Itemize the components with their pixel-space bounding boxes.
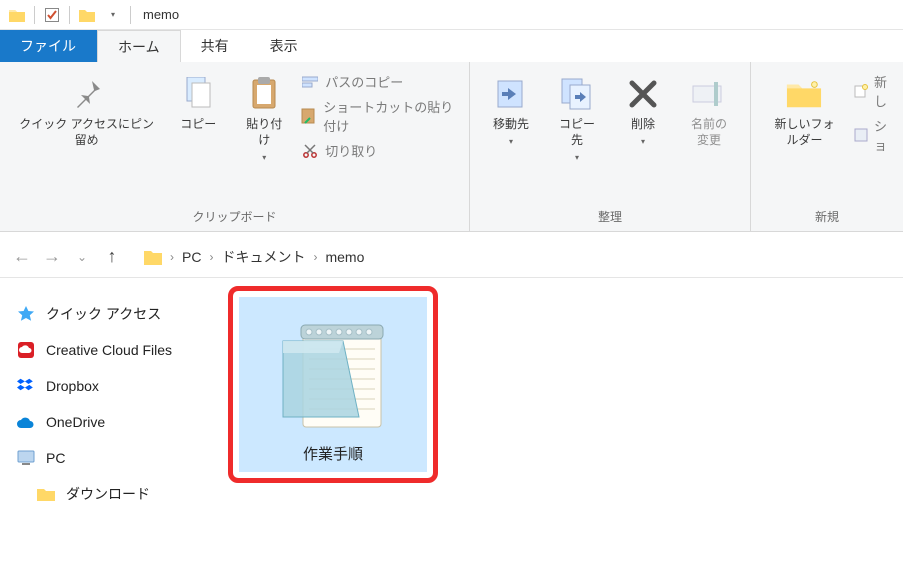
paste-label: 貼り付け▾	[241, 116, 287, 165]
crumb-root-icon[interactable]	[140, 247, 166, 267]
paste-icon	[246, 76, 282, 112]
body: クイック アクセス Creative Cloud Files Dropbox O…	[0, 278, 903, 574]
sidebar-item-downloads[interactable]: ダウンロード	[10, 476, 210, 512]
pin-icon	[69, 76, 105, 112]
sidebar-item-label: Creative Cloud Files	[46, 342, 172, 358]
copy-icon	[180, 76, 216, 112]
delete-icon	[625, 76, 661, 112]
pin-label: クイック アクセスにピン留め	[18, 116, 155, 148]
file-name: 作業手順	[303, 439, 363, 464]
clipboard-group-label: クリップボード	[12, 204, 457, 229]
tab-share[interactable]: 共有	[181, 30, 250, 62]
folder-icon	[8, 6, 26, 24]
creative-cloud-icon	[16, 340, 36, 360]
cut-button[interactable]: 切り取り	[301, 141, 457, 160]
ribbon-group-clipboard: クイック アクセスにピン留め コピー 貼り付け▾ パスのコピー	[0, 62, 470, 231]
nav-recent-dropdown[interactable]: ⌄	[68, 243, 96, 271]
sidebar-item-label: PC	[46, 450, 65, 466]
rename-label: 名前の変更	[686, 116, 732, 148]
new-group-label: 新規	[763, 204, 891, 229]
ribbon: クイック アクセスにピン留め コピー 貼り付け▾ パスのコピー	[0, 62, 903, 232]
crumb-pc[interactable]: PC	[178, 247, 205, 267]
navbar: ← → ⌄ ↑ › PC › ドキュメント › memo	[0, 236, 903, 278]
scissors-icon	[301, 142, 319, 160]
file-highlight-frame: 作業手順	[228, 286, 438, 483]
easy-access-icon	[854, 126, 868, 144]
copy-to-button[interactable]: コピー先▾	[548, 66, 606, 169]
tab-view[interactable]: 表示	[250, 30, 319, 62]
path-icon	[301, 73, 319, 91]
sidebar-item-pc[interactable]: PC	[10, 440, 210, 476]
separator	[34, 6, 35, 24]
pin-quick-access-button[interactable]: クイック アクセスにピン留め	[12, 66, 161, 152]
ribbon-tabs: ファイル ホーム 共有 表示	[0, 30, 903, 62]
titlebar: ▾ memo	[0, 0, 903, 30]
new-item-button[interactable]: 新し	[854, 72, 891, 110]
shortcut-icon	[301, 107, 317, 125]
separator	[69, 6, 70, 24]
easy-access-label: ショ	[874, 116, 891, 154]
sidebar-item-label: OneDrive	[46, 414, 105, 430]
qat-dropdown-icon[interactable]: ▾	[104, 6, 122, 24]
rename-icon	[691, 76, 727, 112]
onedrive-icon	[16, 412, 36, 432]
content-area[interactable]: 作業手順	[220, 278, 903, 574]
nav-up-button[interactable]: ↑	[98, 243, 126, 271]
dropbox-icon	[16, 376, 36, 396]
checkbox-icon[interactable]	[43, 6, 61, 24]
sidebar-item-label: Dropbox	[46, 378, 99, 394]
new-folder-icon	[786, 76, 822, 112]
folder-icon	[36, 484, 56, 504]
copy-to-icon	[559, 76, 595, 112]
window-title: memo	[143, 7, 179, 22]
tab-home[interactable]: ホーム	[97, 30, 181, 62]
copy-button[interactable]: コピー	[169, 66, 227, 136]
move-to-button[interactable]: 移動先▾	[482, 66, 540, 152]
organize-group-label: 整理	[482, 204, 738, 229]
rename-button[interactable]: 名前の変更	[680, 66, 738, 152]
paste-shortcut-label: ショートカットの貼り付け	[323, 97, 457, 135]
sidebar-item-dropbox[interactable]: Dropbox	[10, 368, 210, 404]
copy-to-label: コピー先▾	[554, 116, 600, 165]
move-to-icon	[493, 76, 529, 112]
sidebar-item-onedrive[interactable]: OneDrive	[10, 404, 210, 440]
file-item[interactable]: 作業手順	[239, 297, 427, 472]
text-file-icon	[273, 305, 393, 435]
new-item-label: 新し	[874, 72, 891, 110]
delete-button[interactable]: 削除▾	[614, 66, 672, 152]
move-to-label: 移動先▾	[493, 116, 529, 148]
folder-small-icon[interactable]	[78, 6, 96, 24]
delete-label: 削除▾	[631, 116, 655, 148]
sidebar-item-label: クイック アクセス	[46, 304, 161, 324]
sidebar: クイック アクセス Creative Cloud Files Dropbox O…	[0, 278, 220, 574]
cut-label: 切り取り	[325, 141, 377, 160]
crumb-folder[interactable]: memo	[321, 247, 368, 267]
nav-forward-button[interactable]: →	[38, 243, 66, 271]
copy-path-label: パスのコピー	[325, 72, 403, 91]
paste-shortcut-button[interactable]: ショートカットの貼り付け	[301, 97, 457, 135]
tab-file[interactable]: ファイル	[0, 30, 97, 62]
nav-back-button[interactable]: ←	[8, 243, 36, 271]
chevron-right-icon[interactable]: ›	[309, 250, 321, 264]
pc-icon	[16, 448, 36, 468]
new-item-icon	[854, 82, 868, 100]
copy-path-button[interactable]: パスのコピー	[301, 72, 457, 91]
paste-button[interactable]: 貼り付け▾	[235, 66, 293, 169]
copy-label: コピー	[180, 116, 216, 132]
star-icon	[16, 304, 36, 324]
new-folder-label: 新しいフォルダー	[769, 116, 840, 148]
chevron-right-icon[interactable]: ›	[166, 250, 178, 264]
sidebar-item-label: ダウンロード	[66, 484, 150, 504]
sidebar-item-creative-cloud[interactable]: Creative Cloud Files	[10, 332, 210, 368]
easy-access-button[interactable]: ショ	[854, 116, 891, 154]
new-folder-button[interactable]: 新しいフォルダー	[763, 66, 846, 152]
crumb-documents[interactable]: ドキュメント	[217, 245, 309, 269]
separator	[130, 6, 131, 24]
ribbon-group-new: 新しいフォルダー 新し ショ 新規	[751, 62, 903, 231]
ribbon-group-organize: 移動先▾ コピー先▾ 削除▾ 名前の変更 整理	[470, 62, 751, 231]
sidebar-item-quick-access[interactable]: クイック アクセス	[10, 296, 210, 332]
chevron-right-icon[interactable]: ›	[205, 250, 217, 264]
address-bar[interactable]: › PC › ドキュメント › memo	[134, 243, 895, 271]
